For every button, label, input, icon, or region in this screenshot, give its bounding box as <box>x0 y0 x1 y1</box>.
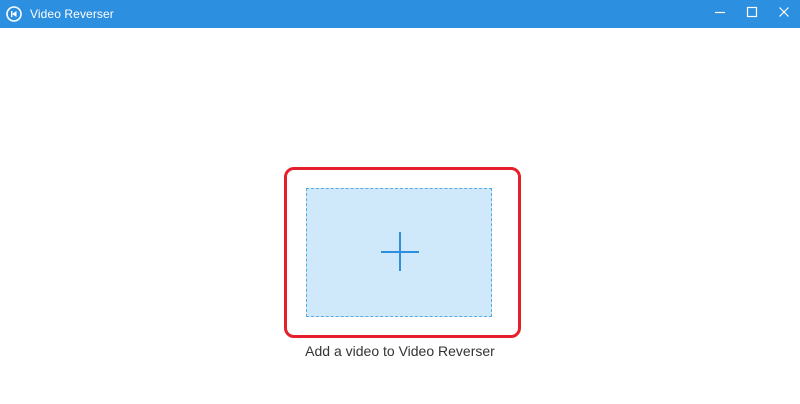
add-video-caption: Add a video to Video Reverser <box>305 343 495 359</box>
maximize-icon <box>746 5 758 23</box>
close-button[interactable] <box>768 0 800 28</box>
window-controls <box>704 0 800 28</box>
maximize-button[interactable] <box>736 0 768 28</box>
minimize-icon <box>714 5 726 23</box>
video-reverser-logo-icon <box>5 5 23 23</box>
window-title: Video Reverser <box>30 7 114 21</box>
video-reverser-window: Video Reverser Add a video to Video Reve… <box>0 0 800 404</box>
title-bar: Video Reverser <box>0 0 800 28</box>
plus-icon-vertical[interactable] <box>399 232 401 271</box>
minimize-button[interactable] <box>704 0 736 28</box>
close-icon <box>778 5 790 23</box>
